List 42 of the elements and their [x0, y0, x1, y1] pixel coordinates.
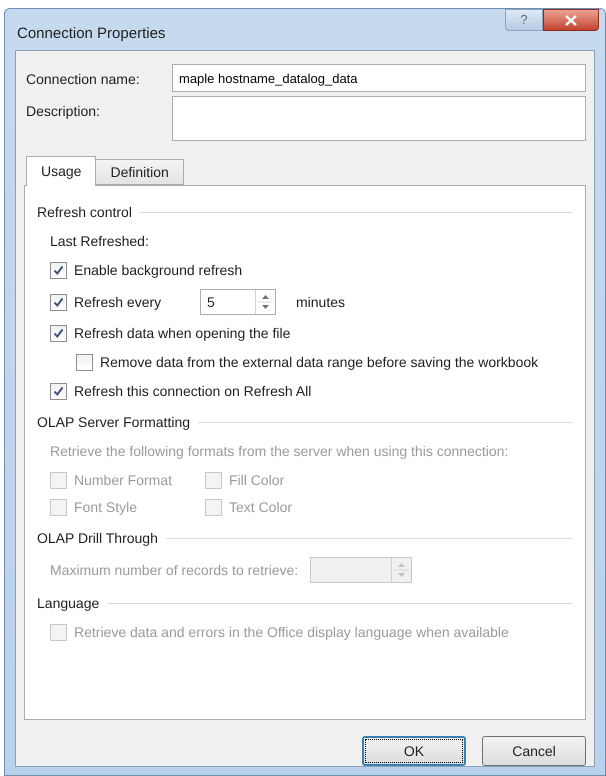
- section-text: Last Refreshed:: [50, 232, 150, 251]
- check-icon: [53, 296, 64, 308]
- checkbox-label: Font Style: [74, 498, 138, 517]
- check-icon: [53, 328, 64, 339]
- unit-label: minutes: [296, 292, 346, 312]
- checkbox-label: Enable background refresh: [74, 261, 242, 280]
- checkbox-label: Retrieve data and errors in the Office display language when available: [74, 623, 509, 642]
- checkbox[interactable]: [50, 325, 67, 342]
- checkbox-label: Refresh this connection on Refresh All: [74, 382, 312, 401]
- dialog-button[interactable]: OK: [362, 736, 466, 766]
- close-button[interactable]: [543, 9, 599, 31]
- check-icon: [53, 265, 64, 276]
- section-title: Refresh control: [37, 203, 132, 222]
- checkbox[interactable]: [50, 383, 67, 400]
- tab[interactable]: Usage: [26, 156, 96, 186]
- close-icon: [565, 14, 577, 26]
- checkbox[interactable]: [50, 262, 67, 279]
- section-text: Retrieve the following formats from the server when using this connection:: [50, 442, 510, 461]
- field-label: Maximum number of records to retrieve:: [50, 560, 298, 580]
- spin-field[interactable]: 5: [200, 289, 276, 315]
- checkbox-label: Fill Color: [229, 471, 284, 490]
- section-title: Language: [37, 594, 100, 613]
- help-button[interactable]: ?: [505, 9, 543, 31]
- spin-arrows-icon[interactable]: [255, 290, 275, 314]
- checkbox[interactable]: [76, 354, 93, 371]
- checkbox-label: Refresh every: [74, 292, 162, 312]
- window-title: Connection Properties: [17, 24, 166, 44]
- field-label: Connection name:: [25, 70, 141, 89]
- connection-name-field[interactable]: maple hostname_datalog_data: [172, 64, 586, 92]
- checkbox-label: Refresh data when opening the file: [74, 324, 290, 343]
- section-title: OLAP Server Formatting: [37, 413, 190, 432]
- dialog-button[interactable]: Cancel: [482, 736, 586, 766]
- section-title: OLAP Drill Through: [37, 529, 158, 548]
- checkbox-label: Number Format: [74, 471, 172, 490]
- description-field[interactable]: [172, 96, 586, 141]
- field-label: Description:: [25, 102, 101, 121]
- checkbox[interactable]: [50, 294, 67, 310]
- checkbox-label: Text Color: [229, 498, 292, 517]
- check-icon: [53, 386, 64, 397]
- tab[interactable]: Definition: [96, 159, 184, 185]
- spin-field[interactable]: [310, 557, 412, 583]
- checkbox-label: Remove data from the external data range before saving the workbook: [100, 353, 538, 372]
